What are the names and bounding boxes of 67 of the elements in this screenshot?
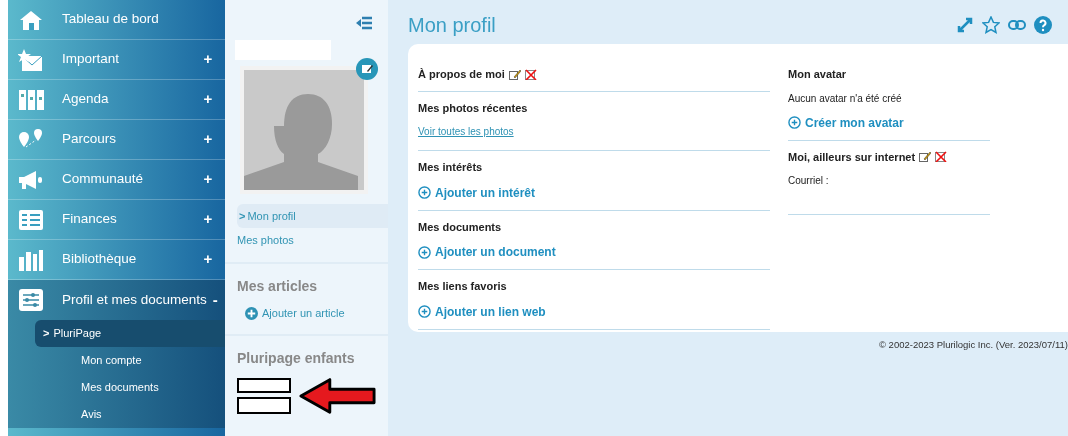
add-link[interactable]: Créer mon avatar [788,113,990,132]
binder-icon [18,87,44,112]
help-icon[interactable] [1034,16,1052,34]
sidebar-item[interactable]: Tableau de bord [8,0,225,40]
sidebar-label: Finances [62,210,118,229]
expand-toggle[interactable]: + [201,128,215,151]
expand-toggle[interactable]: + [201,248,215,271]
info-text: Aucun avatar n'a été créé [788,91,903,106]
info-text: Courriel : [788,174,830,188]
section-heading: Moi, ailleurs sur internet [788,149,916,165]
sidebar-item[interactable]: Agenda + [8,80,225,120]
plus-circle-icon [418,186,431,199]
star-icon[interactable] [982,16,1000,34]
sidebar-label: Parcours [62,130,118,149]
page-title: Mon profil [408,13,496,38]
books-icon [18,247,44,272]
submenu-item[interactable]: Mon compte [35,347,225,374]
sidebar-label: Communauté [62,170,145,189]
section-heading: Mes documents [418,219,502,235]
submenu-item[interactable]: Avis [35,401,225,428]
profile-nav-link[interactable]: Mes photos [225,228,388,252]
plus-circle-icon [418,305,431,318]
copyright-text: © 2002-2023 Plurilogic Inc. (Ver. 2023/07/11) [877,338,1068,352]
view-photos-link[interactable]: Voir toutes les photos [418,124,514,139]
section-heading: Mes photos récentes [418,100,528,116]
section-heading: Mon avatar [788,67,847,82]
collapse-toggle[interactable]: - [212,288,218,312]
add-link[interactable]: Ajouter un document [418,243,770,261]
sidebar-label: Tableau de bord [62,10,160,29]
add-article-link[interactable]: Ajouter un article [245,305,376,322]
sliders-icon [18,288,44,312]
section-heading: À propos de moi [418,67,505,82]
plus-circle-icon [418,245,431,259]
sidebar-item[interactable]: Profil et mes documents - [8,280,225,320]
edit-icon[interactable] [508,68,521,80]
sidebar-label: Profil et mes documents [62,290,207,309]
sidebar-item[interactable]: Parcours + [8,120,225,160]
redacted-box [237,377,291,393]
delete-icon[interactable] [935,151,948,163]
section-heading: Mes intérêts [418,160,483,175]
expand-icon[interactable] [956,16,974,34]
plus-circle-icon [788,116,801,129]
sidebar-label: Bibliothèque [62,250,138,269]
sidebar-item[interactable]: Important + [8,40,225,80]
submenu-item[interactable]: Mes documents [35,374,225,401]
collapse-menu-icon[interactable] [356,16,372,30]
sidebar-item[interactable]: Finances + [8,200,225,240]
section-heading: Mes articles [237,277,319,296]
edit-photo-icon[interactable] [356,58,378,80]
plus-circle-icon [245,306,258,320]
submenu-item[interactable]: > PluriPage [35,320,225,347]
expand-toggle[interactable]: + [201,208,215,231]
profile-nav-link[interactable]: > Mon profil [237,204,388,228]
add-link[interactable]: Ajouter un intérêt [418,183,770,202]
section-heading: Pluripage enfants [237,348,356,368]
expand-toggle[interactable]: + [201,48,215,71]
add-link[interactable]: Ajouter un lien web [418,302,770,321]
sidebar-label: Agenda [62,90,110,109]
redacted-box [237,396,291,414]
edit-icon[interactable] [919,151,932,163]
sidebar-item[interactable]: Communauté + [8,160,225,200]
expand-toggle[interactable]: + [201,88,215,111]
section-heading: Mes liens favoris [418,279,507,294]
expand-toggle[interactable]: + [201,168,215,191]
envelope-star-icon [18,47,44,72]
sidebar-label: Important [62,50,121,69]
delete-icon[interactable] [524,68,537,80]
